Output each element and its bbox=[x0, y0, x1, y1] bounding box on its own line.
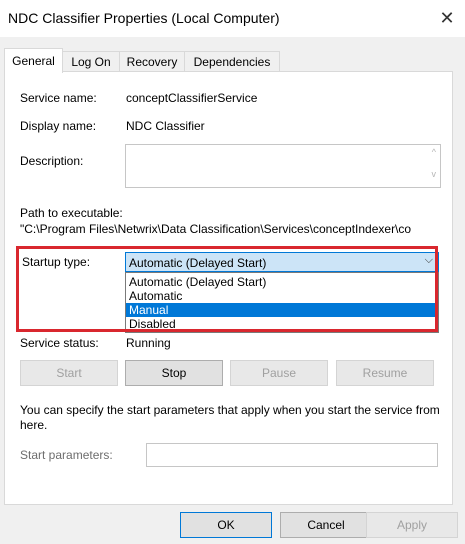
annotation-highlight-box bbox=[16, 246, 438, 332]
tab-general[interactable]: General bbox=[4, 48, 63, 73]
cancel-button[interactable]: Cancel bbox=[280, 512, 372, 538]
service-name-value: conceptClassifierService bbox=[126, 91, 258, 105]
stop-button[interactable]: Stop bbox=[125, 360, 223, 386]
start-button[interactable]: Start bbox=[20, 360, 118, 386]
start-parameters-label: Start parameters: bbox=[20, 448, 113, 462]
tab-recovery-label: Recovery bbox=[126, 55, 178, 69]
tab-recovery[interactable]: Recovery bbox=[119, 51, 185, 73]
resume-button[interactable]: Resume bbox=[336, 360, 434, 386]
display-name-label: Display name: bbox=[20, 119, 97, 133]
display-name-value: NDC Classifier bbox=[126, 119, 205, 133]
tab-general-label: General bbox=[12, 54, 55, 68]
description-field[interactable]: ^ v bbox=[125, 144, 441, 188]
window-title: NDC Classifier Properties (Local Compute… bbox=[8, 10, 280, 26]
service-status-label: Service status: bbox=[20, 336, 99, 350]
description-label: Description: bbox=[20, 154, 84, 168]
tab-dependencies-label: Dependencies bbox=[193, 55, 271, 69]
start-params-info: You can specify the start parameters tha… bbox=[20, 403, 440, 432]
title-bar: NDC Classifier Properties (Local Compute… bbox=[0, 0, 465, 37]
path-value: "C:\Program Files\Netwrix\Data Classific… bbox=[20, 222, 412, 236]
service-status-value: Running bbox=[126, 336, 171, 350]
tab-dependencies[interactable]: Dependencies bbox=[184, 51, 280, 73]
start-parameters-input[interactable] bbox=[146, 443, 438, 467]
scroll-down-icon[interactable]: v bbox=[432, 169, 437, 179]
ok-button[interactable]: OK bbox=[180, 512, 272, 538]
tab-log-on[interactable]: Log On bbox=[62, 51, 120, 73]
path-label: Path to executable: bbox=[20, 206, 123, 220]
scroll-up-icon[interactable]: ^ bbox=[432, 147, 436, 157]
service-name-label: Service name: bbox=[20, 91, 97, 105]
tab-log-on-label: Log On bbox=[71, 55, 111, 69]
pause-button[interactable]: Pause bbox=[230, 360, 328, 386]
apply-button[interactable]: Apply bbox=[366, 512, 458, 538]
close-icon[interactable]: ✕ bbox=[435, 6, 459, 30]
